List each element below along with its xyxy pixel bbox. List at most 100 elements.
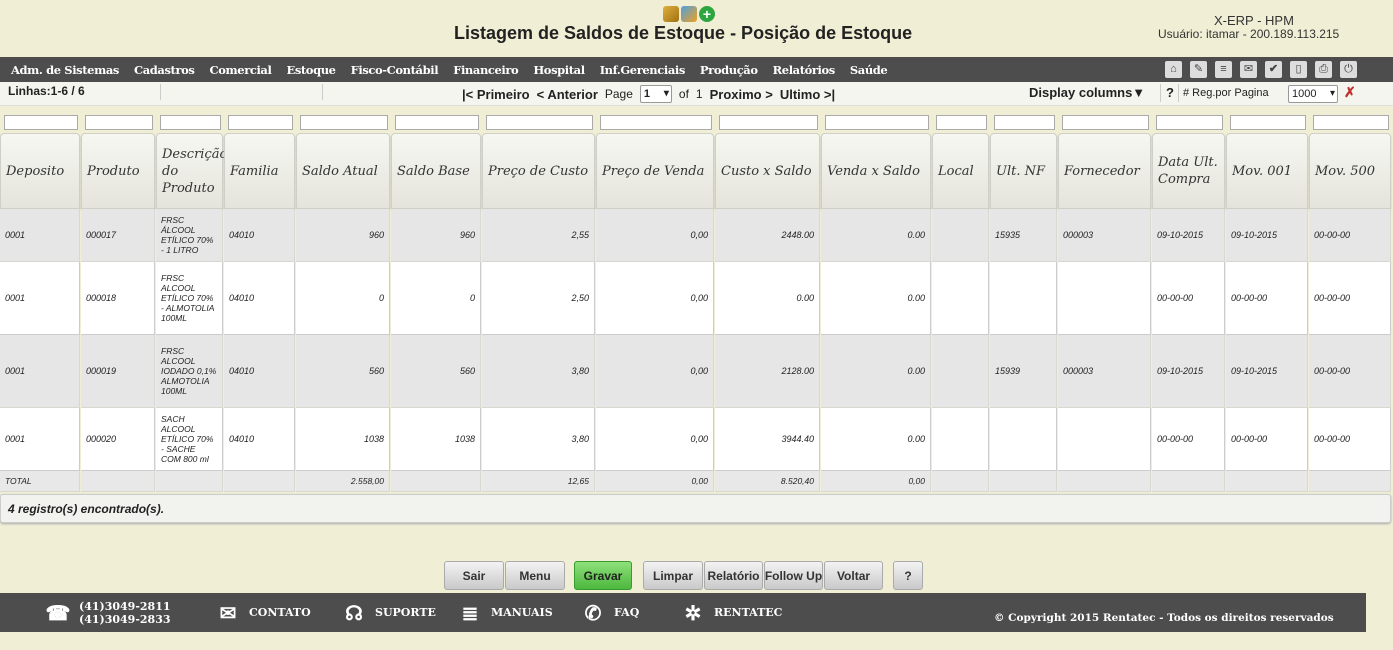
table-row[interactable]: 0001 000018 FRSC ALCOOL ETÍLICO 70% - ALMO… [0,262,1393,335]
rentatec-link[interactable]: RENTATEC [714,606,782,619]
column-header-custo-saldo[interactable]: Custo x Saldo [715,133,820,209]
records-per-page-select[interactable]: 1000 [1288,85,1338,103]
envelope-icon: ✉ [219,600,237,625]
menu-adm-sistemas[interactable]: Adm. de Sistemas [11,63,119,77]
table-row[interactable]: 0001 000019 FRSC ALCOOL IODADO 0,1% ALMOTO… [0,335,1393,408]
manuais-link[interactable]: MANUAIS [491,606,553,619]
menu-relatorios[interactable]: Relatórios [773,63,836,77]
menu-financeiro[interactable]: Financeiro [453,63,519,77]
column-header-preco-custo[interactable]: Preço de Custo [482,133,595,209]
gravar-button[interactable]: Gravar [574,561,632,590]
voltar-button[interactable]: Voltar [824,561,883,590]
filter-saldo-base[interactable] [395,115,479,130]
filter-saldo-atual[interactable] [300,115,388,130]
filter-preco-venda[interactable] [600,115,712,130]
filter-preco-custo[interactable] [486,115,593,130]
cell-mov-500: 00-00-00 [1309,262,1391,335]
pager-bar: Linhas:1-6 / 6 |< Primeiro < Anterior Pa… [0,82,1393,106]
footer-suporte[interactable]: ☊ SUPORTE [341,593,436,632]
home-colored-icon[interactable] [681,6,697,22]
menu-inf-gerenciais[interactable]: Inf.Gerenciais [600,63,686,77]
column-header-saldo-atual[interactable]: Saldo Atual [296,133,390,209]
footer-faq[interactable]: ✆ FAQ [580,593,640,632]
filter-mov-001[interactable] [1230,115,1306,130]
column-header-saldo-base[interactable]: Saldo Base [391,133,481,209]
filter-custo-saldo[interactable] [719,115,818,130]
prev-page-link[interactable]: < Anterior [537,87,598,102]
column-header-deposito[interactable]: Deposito [0,133,80,209]
column-header-venda-saldo[interactable]: Venda x Saldo [821,133,931,209]
menu-fisco-contabil[interactable]: Fisco-Contábil [351,63,439,77]
menu-comercial[interactable]: Comercial [209,63,271,77]
power-icon[interactable]: ⏻ [1340,61,1357,78]
check-icon[interactable]: ✔ [1265,61,1282,78]
menu-saude[interactable]: Saúde [850,63,888,77]
cell-mov-500: 00-00-00 [1309,335,1391,408]
menu-cadastros[interactable]: Cadastros [134,63,195,77]
menu-producao[interactable]: Produção [700,63,758,77]
cell-local [932,209,989,262]
column-header-ult-nf[interactable]: Ult. NF [990,133,1057,209]
faq-link[interactable]: FAQ [614,606,639,619]
menu-button[interactable]: Menu [505,561,565,590]
filter-data-ult-compra[interactable] [1156,115,1223,130]
cell-custo-saldo: 2128.00 [715,335,820,408]
cell-preco-custo: 3,80 [482,335,595,408]
cell-deposito: 0001 [0,209,80,262]
filter-descricao[interactable] [160,115,221,130]
clear-filter-icon[interactable]: ✗ [1344,84,1356,101]
cell-mov-500: 00-00-00 [1309,209,1391,262]
first-page-link[interactable]: |< Primeiro [462,87,530,102]
footer-contato[interactable]: ✉ CONTATO [215,593,311,632]
page-icon[interactable]: ▯ [1290,61,1307,78]
mail-icon[interactable]: ✉ [1240,61,1257,78]
filter-mov-500[interactable] [1313,115,1389,130]
table-row[interactable]: 0001 000017 FRSC ÁLCOOL ETÍLICO 70% - 1 LI… [0,209,1393,262]
filter-deposito[interactable] [4,115,78,130]
edit-icon[interactable]: ✎ [1190,61,1207,78]
filter-venda-saldo[interactable] [825,115,929,130]
display-columns-button[interactable]: Display columns▼ [1029,85,1145,100]
suporte-link[interactable]: SUPORTE [375,606,436,619]
filter-local[interactable] [936,115,987,130]
column-header-local[interactable]: Local [932,133,989,209]
cell-fornecedor [1058,262,1151,335]
menu-estoque[interactable]: Estoque [286,63,336,77]
cell-venda-saldo: 0.00 [821,262,931,335]
table-row[interactable]: 0001 000020 SACH ALCOOL ETÍLICO 70% - SACH… [0,408,1393,471]
footer-manuais[interactable]: ≣ MANUAIS [457,593,553,632]
cell-saldo-atual: 0 [296,262,390,335]
page-title: Listagem de Saldos de Estoque - Posição … [454,23,913,43]
footer-rentatec[interactable]: ✲ RENTATEC [680,593,783,632]
filter-familia[interactable] [228,115,293,130]
column-header-familia[interactable]: Familia [224,133,295,209]
keys-icon[interactable] [663,6,679,22]
limpar-button[interactable]: Limpar [643,561,703,590]
home-icon[interactable]: ⌂ [1165,61,1182,78]
add-icon[interactable]: + [699,6,715,22]
column-header-preco-venda[interactable]: Preço de Venda [596,133,714,209]
column-header-descricao[interactable]: Descrição do Produto [156,133,227,209]
print-icon[interactable]: ⎙ [1315,61,1332,78]
filter-ult-nf[interactable] [994,115,1055,130]
sair-button[interactable]: Sair [444,561,504,590]
document-icon[interactable]: ≡ [1215,61,1232,78]
cell-mov-001: 00-00-00 [1226,408,1308,471]
page-select[interactable]: 1 [639,85,672,103]
follow-up-button[interactable]: Follow Up [764,561,823,590]
column-header-mov-001[interactable]: Mov. 001 [1226,133,1308,209]
next-page-link[interactable]: Proximo > [710,87,773,102]
column-header-data-ult-compra[interactable]: Data Ult. Compra [1152,133,1225,209]
filter-produto[interactable] [85,115,153,130]
relatorio-button[interactable]: Relatório [704,561,763,590]
page-label: Page [604,87,633,101]
help-link[interactable]: ? [1166,85,1174,100]
last-page-link[interactable]: Ultimo >| [780,87,835,102]
column-header-fornecedor[interactable]: Fornecedor [1058,133,1151,209]
column-header-mov-500[interactable]: Mov. 500 [1309,133,1391,209]
help-button[interactable]: ? [893,561,923,590]
filter-fornecedor[interactable] [1062,115,1149,130]
contato-link[interactable]: CONTATO [249,606,311,619]
menu-hospital[interactable]: Hospital [533,63,585,77]
column-header-produto[interactable]: Produto [81,133,155,209]
